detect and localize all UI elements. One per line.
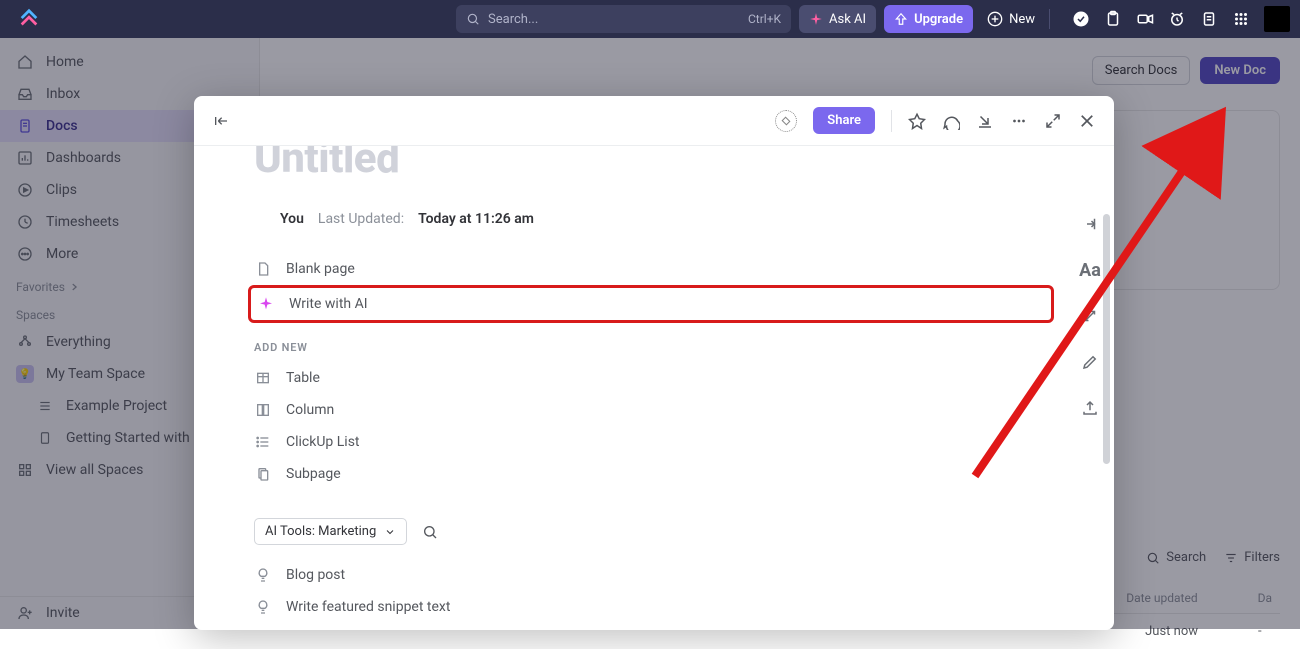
upgrade-icon (894, 12, 908, 26)
suggestion-snippet[interactable]: Write featured snippet text (254, 591, 1054, 623)
indent-icon[interactable] (1080, 214, 1100, 234)
search-icon[interactable] (421, 523, 439, 541)
scrollbar[interactable] (1103, 214, 1110, 464)
list-icon (254, 433, 272, 451)
avatar-placeholder[interactable] (1264, 6, 1290, 32)
swap-icon[interactable] (1080, 306, 1100, 326)
back-icon[interactable] (212, 112, 230, 130)
option-column[interactable]: Column (254, 394, 1054, 426)
search-icon (466, 12, 480, 26)
highlight-write-ai: Write with AI (248, 285, 1054, 323)
option-blank-page[interactable]: Blank page (254, 253, 1054, 285)
modal-header: Share (194, 96, 1114, 146)
chevron-down-icon (384, 526, 396, 538)
app-logo[interactable] (18, 8, 40, 30)
ask-ai-button[interactable]: Ask AI (799, 5, 876, 33)
upload-icon[interactable] (1080, 398, 1100, 418)
add-new-section-label: ADD NEW (254, 341, 1054, 354)
option-table[interactable]: Table (254, 362, 1054, 394)
notepad-icon[interactable] (1200, 10, 1218, 28)
upgrade-button[interactable]: Upgrade (884, 5, 973, 33)
option-clickup-list[interactable]: ClickUp List (254, 426, 1054, 458)
expand-icon[interactable] (1044, 112, 1062, 130)
bulb-icon (254, 566, 272, 584)
divider (1049, 9, 1050, 29)
doc-title[interactable]: Untitled (254, 146, 1054, 183)
share-button[interactable]: Share (813, 107, 875, 134)
comment-icon[interactable] (942, 112, 960, 130)
tag-icon[interactable] (775, 110, 797, 132)
meta-author: You (280, 211, 304, 227)
bulb-icon (254, 598, 272, 616)
subpage-icon (254, 465, 272, 483)
modal-right-rail: Aa (1080, 214, 1100, 418)
topbar: Search... Ctrl+K Ask AI Upgrade New (0, 0, 1300, 38)
download-icon[interactable] (976, 112, 994, 130)
page-icon (254, 260, 272, 278)
column-icon (254, 401, 272, 419)
search-shortcut: Ctrl+K (748, 12, 781, 26)
plus-circle-icon (987, 11, 1003, 27)
table-icon (254, 369, 272, 387)
option-write-ai[interactable]: Write with AI (251, 292, 1015, 316)
ai-tools-dropdown[interactable]: AI Tools: Marketing (254, 518, 407, 545)
text-aa-icon[interactable]: Aa (1080, 260, 1100, 280)
ai-sparkle-icon (257, 295, 275, 313)
meta-updated-value: Today at 11:26 am (418, 211, 534, 227)
apps-grid-icon[interactable] (1232, 10, 1250, 28)
close-icon[interactable] (1078, 112, 1096, 130)
option-subpage[interactable]: Subpage (254, 458, 1054, 490)
edit-icon[interactable] (1080, 352, 1100, 372)
alarm-icon[interactable] (1168, 10, 1186, 28)
doc-modal: Share Untitled You Last Updated: Today a… (194, 96, 1114, 630)
star-icon[interactable] (908, 112, 926, 130)
suggestion-blog-post[interactable]: Blog post (254, 559, 1054, 591)
doc-meta: You Last Updated: Today at 11:26 am (280, 211, 1054, 227)
meta-updated-label: Last Updated: (318, 211, 404, 227)
global-search[interactable]: Search... Ctrl+K (456, 5, 791, 33)
new-button[interactable]: New (981, 5, 1041, 33)
sparkle-icon (809, 12, 823, 26)
divider (891, 110, 892, 132)
search-placeholder: Search... (488, 12, 538, 27)
clipboard-icon[interactable] (1104, 10, 1122, 28)
video-icon[interactable] (1136, 10, 1154, 28)
more-dots-icon[interactable] (1010, 112, 1028, 130)
check-circle-icon[interactable] (1072, 10, 1090, 28)
